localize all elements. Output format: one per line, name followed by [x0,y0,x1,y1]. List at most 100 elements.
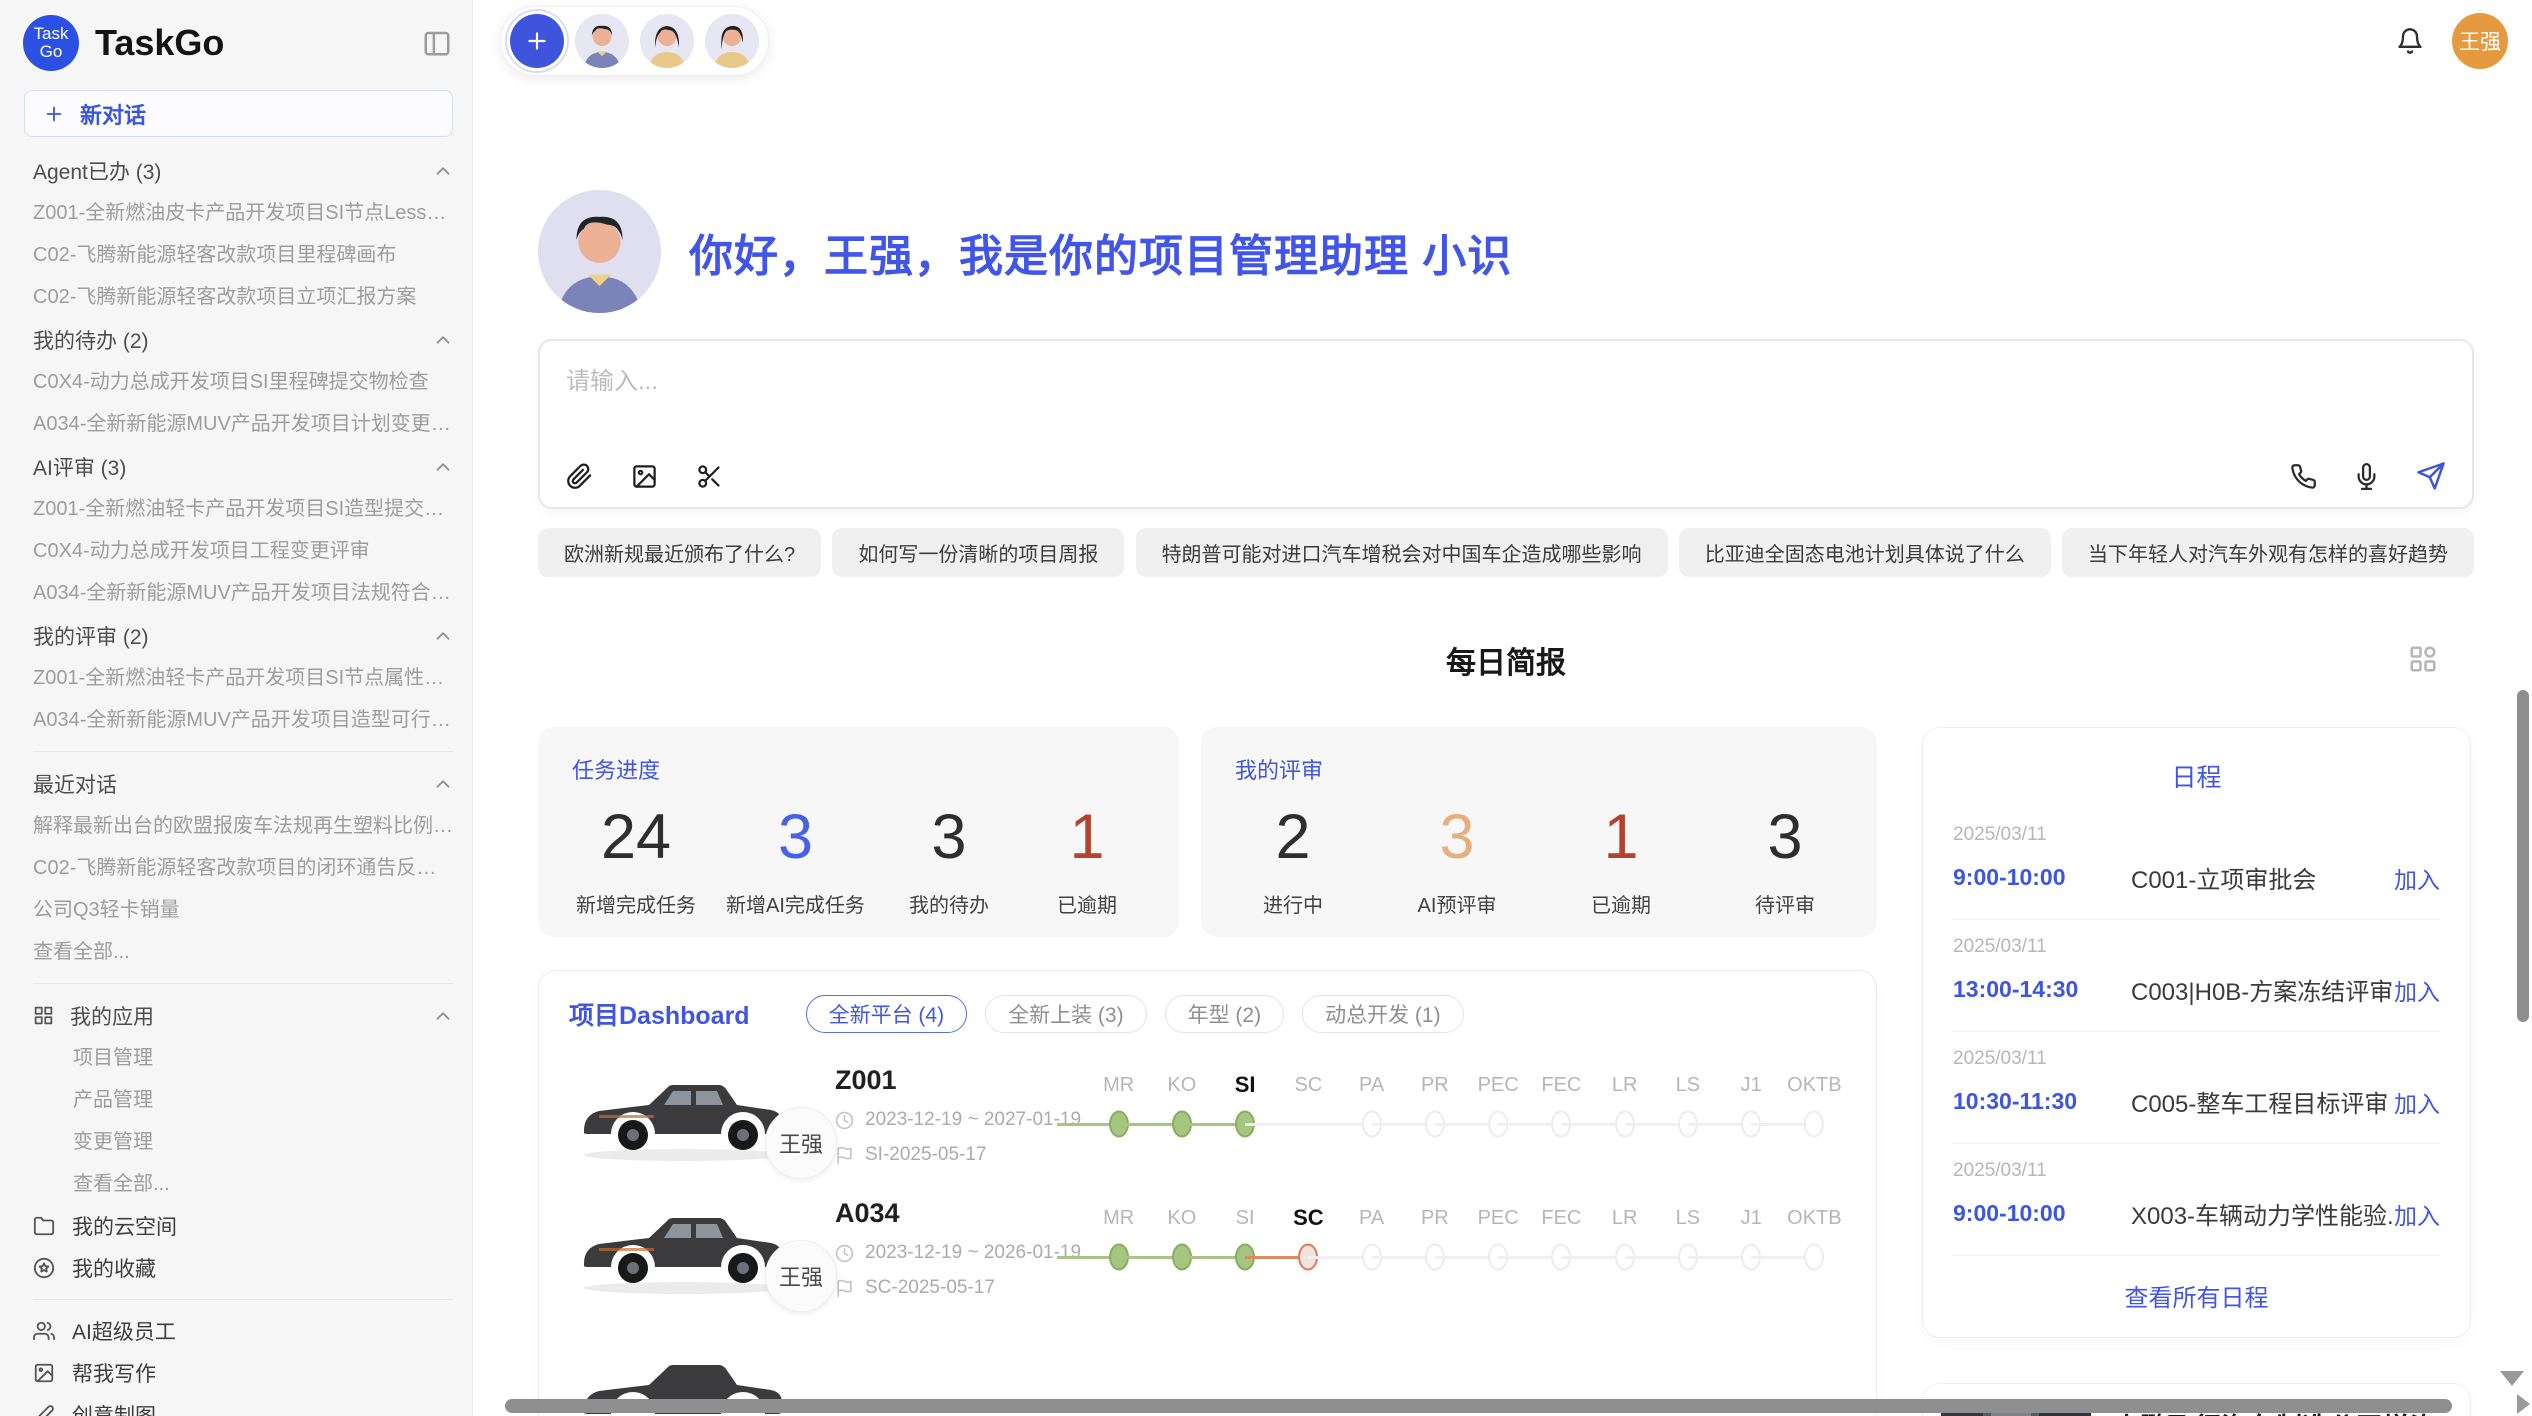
recent-chat-item[interactable]: C02-飞腾新能源轻客改款项目的闭环通告反馈情况 [33,847,454,889]
section-label: AI评审 (3) [33,452,126,482]
schedule-date: 2025/03/11 [1953,1048,2440,1070]
sidebar-section-my-apps[interactable]: 我的应用 [33,994,454,1037]
phone-icon[interactable] [2290,463,2317,490]
horizontal-scrollbar-thumb[interactable] [505,1399,2452,1413]
project-dates: 2023-12-19 ~ 2027-01-19 [865,1109,1081,1131]
recent-chat-item[interactable]: 解释最新出台的欧盟报废车法规再生塑料比例被调至15%... [33,805,454,847]
sidebar-item[interactable]: Z001-全新燃油皮卡产品开发项目SI节点Lesson Learn报告 [33,192,454,234]
bell-icon[interactable] [2396,27,2424,55]
schedule-event-title: C005-整车工程目标评审 [2131,1084,2394,1119]
daily-briefing-title: 每日简报 [1446,638,1566,682]
schedule-item: 2025/03/11 9:00-10:00 C001-立项审批会 加入 [1953,808,2440,920]
view-all-chats-link[interactable]: 查看全部... [33,931,454,973]
app-item-project-mgmt[interactable]: 项目管理 [33,1037,454,1079]
tab-all-new-platform[interactable]: 全新平台 (4) [806,995,968,1033]
stat-label: 已逾期 [1567,889,1675,918]
schedule-time: 13:00-14:30 [1953,976,2131,1003]
logo-text-top: Task [34,25,69,43]
suggestion-chip[interactable]: 欧洲新规最近颁布了什么? [538,528,821,577]
recent-chat-item[interactable]: 公司Q3轻卡销量 [33,889,454,931]
milestone-label: KO [1150,1202,1213,1234]
vertical-scrollbar-thumb[interactable] [2517,690,2529,1022]
new-chat-label: 新对话 [80,98,146,130]
sidebar-section-ai-review[interactable]: AI评审 (3) [33,445,454,488]
sidebar-section-agent-done[interactable]: Agent已办 (3) [33,149,454,192]
join-link[interactable]: 加入 [2394,1085,2440,1119]
sidebar-item-cloud-space[interactable]: 我的云空间 [33,1205,454,1247]
schedule-time: 9:00-10:00 [1953,1200,2131,1227]
image-upload-icon[interactable] [631,463,658,490]
app-item-product-mgmt[interactable]: 产品管理 [33,1079,454,1121]
sidebar-item[interactable]: C0X4-动力总成开发项目SI里程碑提交物检查 [33,361,454,403]
add-agent-button[interactable] [510,14,564,68]
schedule-time: 10:30-11:30 [1953,1088,2131,1115]
send-icon[interactable] [2416,461,2446,491]
app-item-change-mgmt[interactable]: 变更管理 [33,1121,454,1163]
schedule-event-title: C001-立项审批会 [2131,860,2394,895]
project-node: SI-2025-05-17 [865,1144,986,1166]
stat-item: 3 新增AI完成任务 [726,801,865,918]
join-link[interactable]: 加入 [2394,973,2440,1007]
suggestion-chip[interactable]: 特朗普可能对进口汽车增税会对中国车企造成哪些影响 [1136,528,1668,577]
user-avatar[interactable]: 王强 [2452,13,2508,69]
milestone-label: MR [1087,1202,1150,1234]
dashboard-title: 项目Dashboard [569,996,750,1032]
sidebar-item[interactable]: A034-全新新能源MUV产品开发项目造型可行性评审 [33,699,454,741]
scissors-icon[interactable] [696,463,723,490]
milestone-label: OKTB [1783,1069,1846,1101]
agent-avatar-group [500,6,769,76]
stat-value: 3 [1403,801,1511,873]
agent-avatar[interactable] [705,14,759,68]
sidebar-item[interactable]: C02-飞腾新能源轻客改款项目里程碑画布 [33,234,454,276]
sidebar-item[interactable]: A034-全新新能源MUV产品开发项目法规符合性评审 [33,572,454,614]
suggestion-chip[interactable]: 比亚迪全固态电池计划具体说了什么 [1679,528,2051,577]
project-row[interactable]: 王强 A034 2023-12-19 ~ 2026-01-19 SC-2025-… [569,1196,1846,1299]
join-link[interactable]: 加入 [2394,861,2440,895]
agent-avatar[interactable] [640,14,694,68]
pen-icon [33,1404,55,1416]
agent-avatar[interactable] [575,14,629,68]
chat-input[interactable] [566,361,2446,445]
sidebar-item-label: 创意制图 [72,1400,156,1416]
new-chat-button[interactable]: 新对话 [24,90,453,137]
project-media: 王强 [569,1196,821,1296]
view-all-apps-link[interactable]: 查看全部... [33,1163,454,1205]
stat-item: 3 AI预评审 [1403,801,1511,918]
suggestion-chip[interactable]: 如何写一份清晰的项目周报 [832,528,1124,577]
scroll-right-arrow[interactable] [2517,1394,2530,1414]
sidebar-item-help-me-write[interactable]: 帮我写作 [33,1352,454,1394]
sidebar-item[interactable]: Z001-全新燃油轻卡产品开发项目SI造型提交物评审 [33,488,454,530]
sidebar-item-favorites[interactable]: 我的收藏 [33,1247,454,1289]
sidebar-item-creative-drawing[interactable]: 创意制图 [33,1394,454,1416]
milestone-label: J1 [1720,1202,1783,1234]
microphone-icon[interactable] [2353,463,2380,490]
layout-grid-icon[interactable] [2408,644,2438,674]
sidebar-item[interactable]: C02-飞腾新能源轻客改款项目立项汇报方案 [33,276,454,318]
project-row[interactable]: 王强 Z001 2023-12-19 ~ 2027-01-19 SI-2025-… [569,1063,1846,1166]
collapse-sidebar-icon[interactable] [422,28,452,58]
tab-model-year[interactable]: 年型 (2) [1165,995,1285,1033]
milestone-label: FEC [1530,1069,1593,1101]
project-code: A034 [835,1198,1087,1229]
project-dates: 2023-12-19 ~ 2026-01-19 [865,1242,1081,1264]
greeting-section: 你好，王强，我是你的项目管理助理 小识 [538,190,2474,313]
milestone-label: SC [1277,1202,1340,1234]
stat-label: 待评审 [1731,889,1839,918]
view-all-schedule-link[interactable]: 查看所有日程 [1953,1256,2440,1323]
sidebar-item[interactable]: C0X4-动力总成开发项目工程变更评审 [33,530,454,572]
sidebar-section-recent-chats[interactable]: 最近对话 [33,762,454,805]
join-link[interactable]: 加入 [2394,1197,2440,1231]
tab-all-new-body[interactable]: 全新上装 (3) [985,995,1147,1033]
scroll-down-arrow[interactable] [2500,1371,2524,1386]
tab-powertrain-dev[interactable]: 动总开发 (1) [1302,995,1464,1033]
schedule-title: 日程 [1953,752,2440,808]
attachment-icon[interactable] [566,463,593,490]
sidebar-section-my-todo[interactable]: 我的待办 (2) [33,318,454,361]
sidebar-item[interactable]: Z001-全新燃油轻卡产品开发项目SI节点属性5D文件评审 [33,657,454,699]
sidebar-section-my-review[interactable]: 我的评审 (2) [33,614,454,657]
stat-item: 3 我的待办 [895,801,1003,918]
sidebar-item-ai-super-staff[interactable]: AI超级员工 [33,1310,454,1352]
suggestion-chips: 欧洲新规最近颁布了什么? 如何写一份清晰的项目周报 特朗普可能对进口汽车增税会对… [538,528,2474,577]
sidebar-item[interactable]: A034-全新新能源MUV产品开发项目计划变更表编写 [33,403,454,445]
suggestion-chip[interactable]: 当下年轻人对汽车外观有怎样的喜好趋势 [2062,528,2474,577]
